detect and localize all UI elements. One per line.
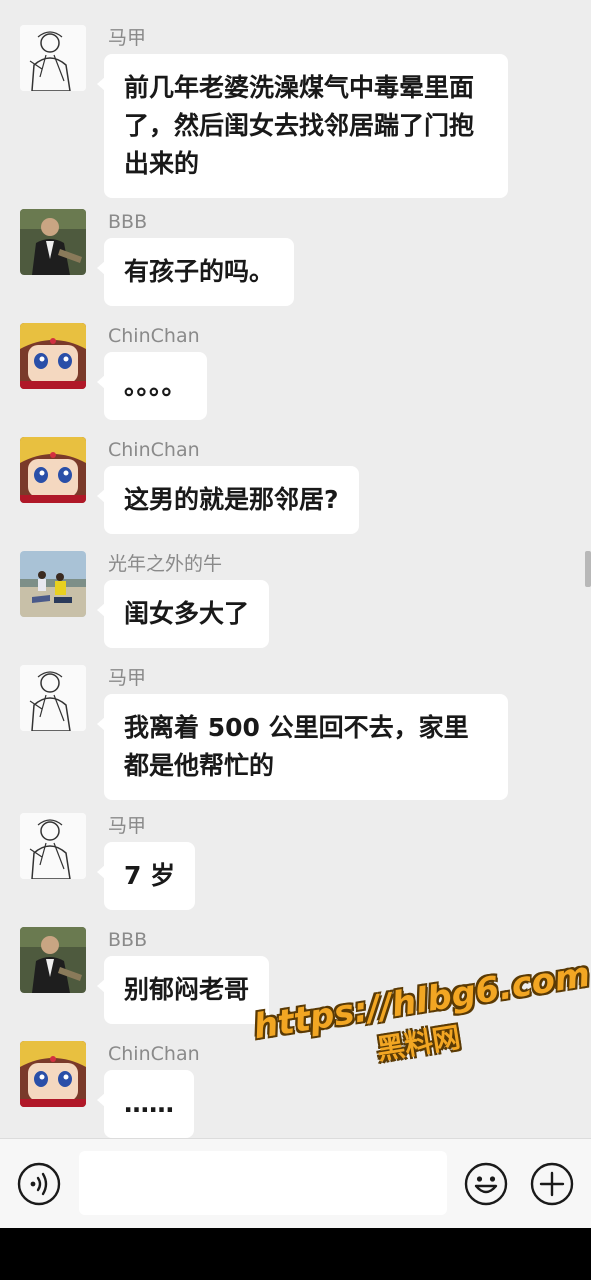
anime-girl-avatar[interactable] <box>20 323 86 389</box>
scrollbar-thumb[interactable] <box>585 551 591 587</box>
system-navigation-bar <box>0 1228 591 1280</box>
message-bubble[interactable]: 。。。。 <box>97 352 207 420</box>
sender-name: BBB <box>108 211 148 233</box>
message-bubble[interactable]: 前几年老婆洗澡煤气中毒晕里面了，然后闺女去找邻居踹了门抱出来的 <box>97 54 508 198</box>
sketch-man-avatar[interactable] <box>20 25 86 91</box>
man-in-suit-avatar[interactable] <box>20 209 86 275</box>
message-bubble[interactable]: 我离着 500 公里回不去，家里都是他帮忙的 <box>97 694 508 800</box>
sender-name: 马甲 <box>108 815 147 837</box>
sender-name: ChinChan <box>108 1043 200 1065</box>
sender-name: BBB <box>108 929 148 951</box>
plus-icon[interactable] <box>530 1162 574 1206</box>
sender-name: 光年之外的牛 <box>108 553 223 575</box>
man-in-suit-avatar[interactable] <box>20 927 86 993</box>
message-bubble[interactable]: 有孩子的吗。 <box>96 238 295 306</box>
sender-name: 马甲 <box>108 667 147 689</box>
watermark-text: 黑料网 <box>374 1020 463 1067</box>
sketch-man-avatar[interactable] <box>20 665 86 731</box>
message-input[interactable] <box>79 1151 447 1215</box>
chat-message-list[interactable]: 马甲 前几年老婆洗澡煤气中毒晕里面了，然后闺女去找邻居踹了门抱出来的 BBB 有… <box>0 0 591 1138</box>
message-bubble[interactable]: …… <box>97 1070 194 1138</box>
message-bubble[interactable]: 7 岁 <box>96 842 196 910</box>
message-bubble[interactable]: 闺女多大了 <box>96 580 270 648</box>
message-bubble[interactable]: 这男的就是那邻居? <box>97 466 359 534</box>
anime-girl-avatar[interactable] <box>20 437 86 503</box>
family-photo-avatar[interactable] <box>20 551 86 617</box>
message-bubble[interactable]: 别郁闷老哥 <box>96 956 270 1024</box>
emoji-icon[interactable] <box>464 1162 508 1206</box>
sender-name: ChinChan <box>108 325 200 347</box>
watermark: https://hlbg6.com 黑料网 <box>250 954 591 1125</box>
voice-icon[interactable] <box>17 1162 61 1206</box>
sender-name: ChinChan <box>108 439 200 461</box>
sketch-man-avatar[interactable] <box>20 813 86 879</box>
sender-name: 马甲 <box>108 27 147 49</box>
anime-girl-avatar[interactable] <box>20 1041 86 1107</box>
watermark-url: https://hlbg6.com <box>250 954 591 1048</box>
chat-input-bar <box>0 1138 591 1228</box>
